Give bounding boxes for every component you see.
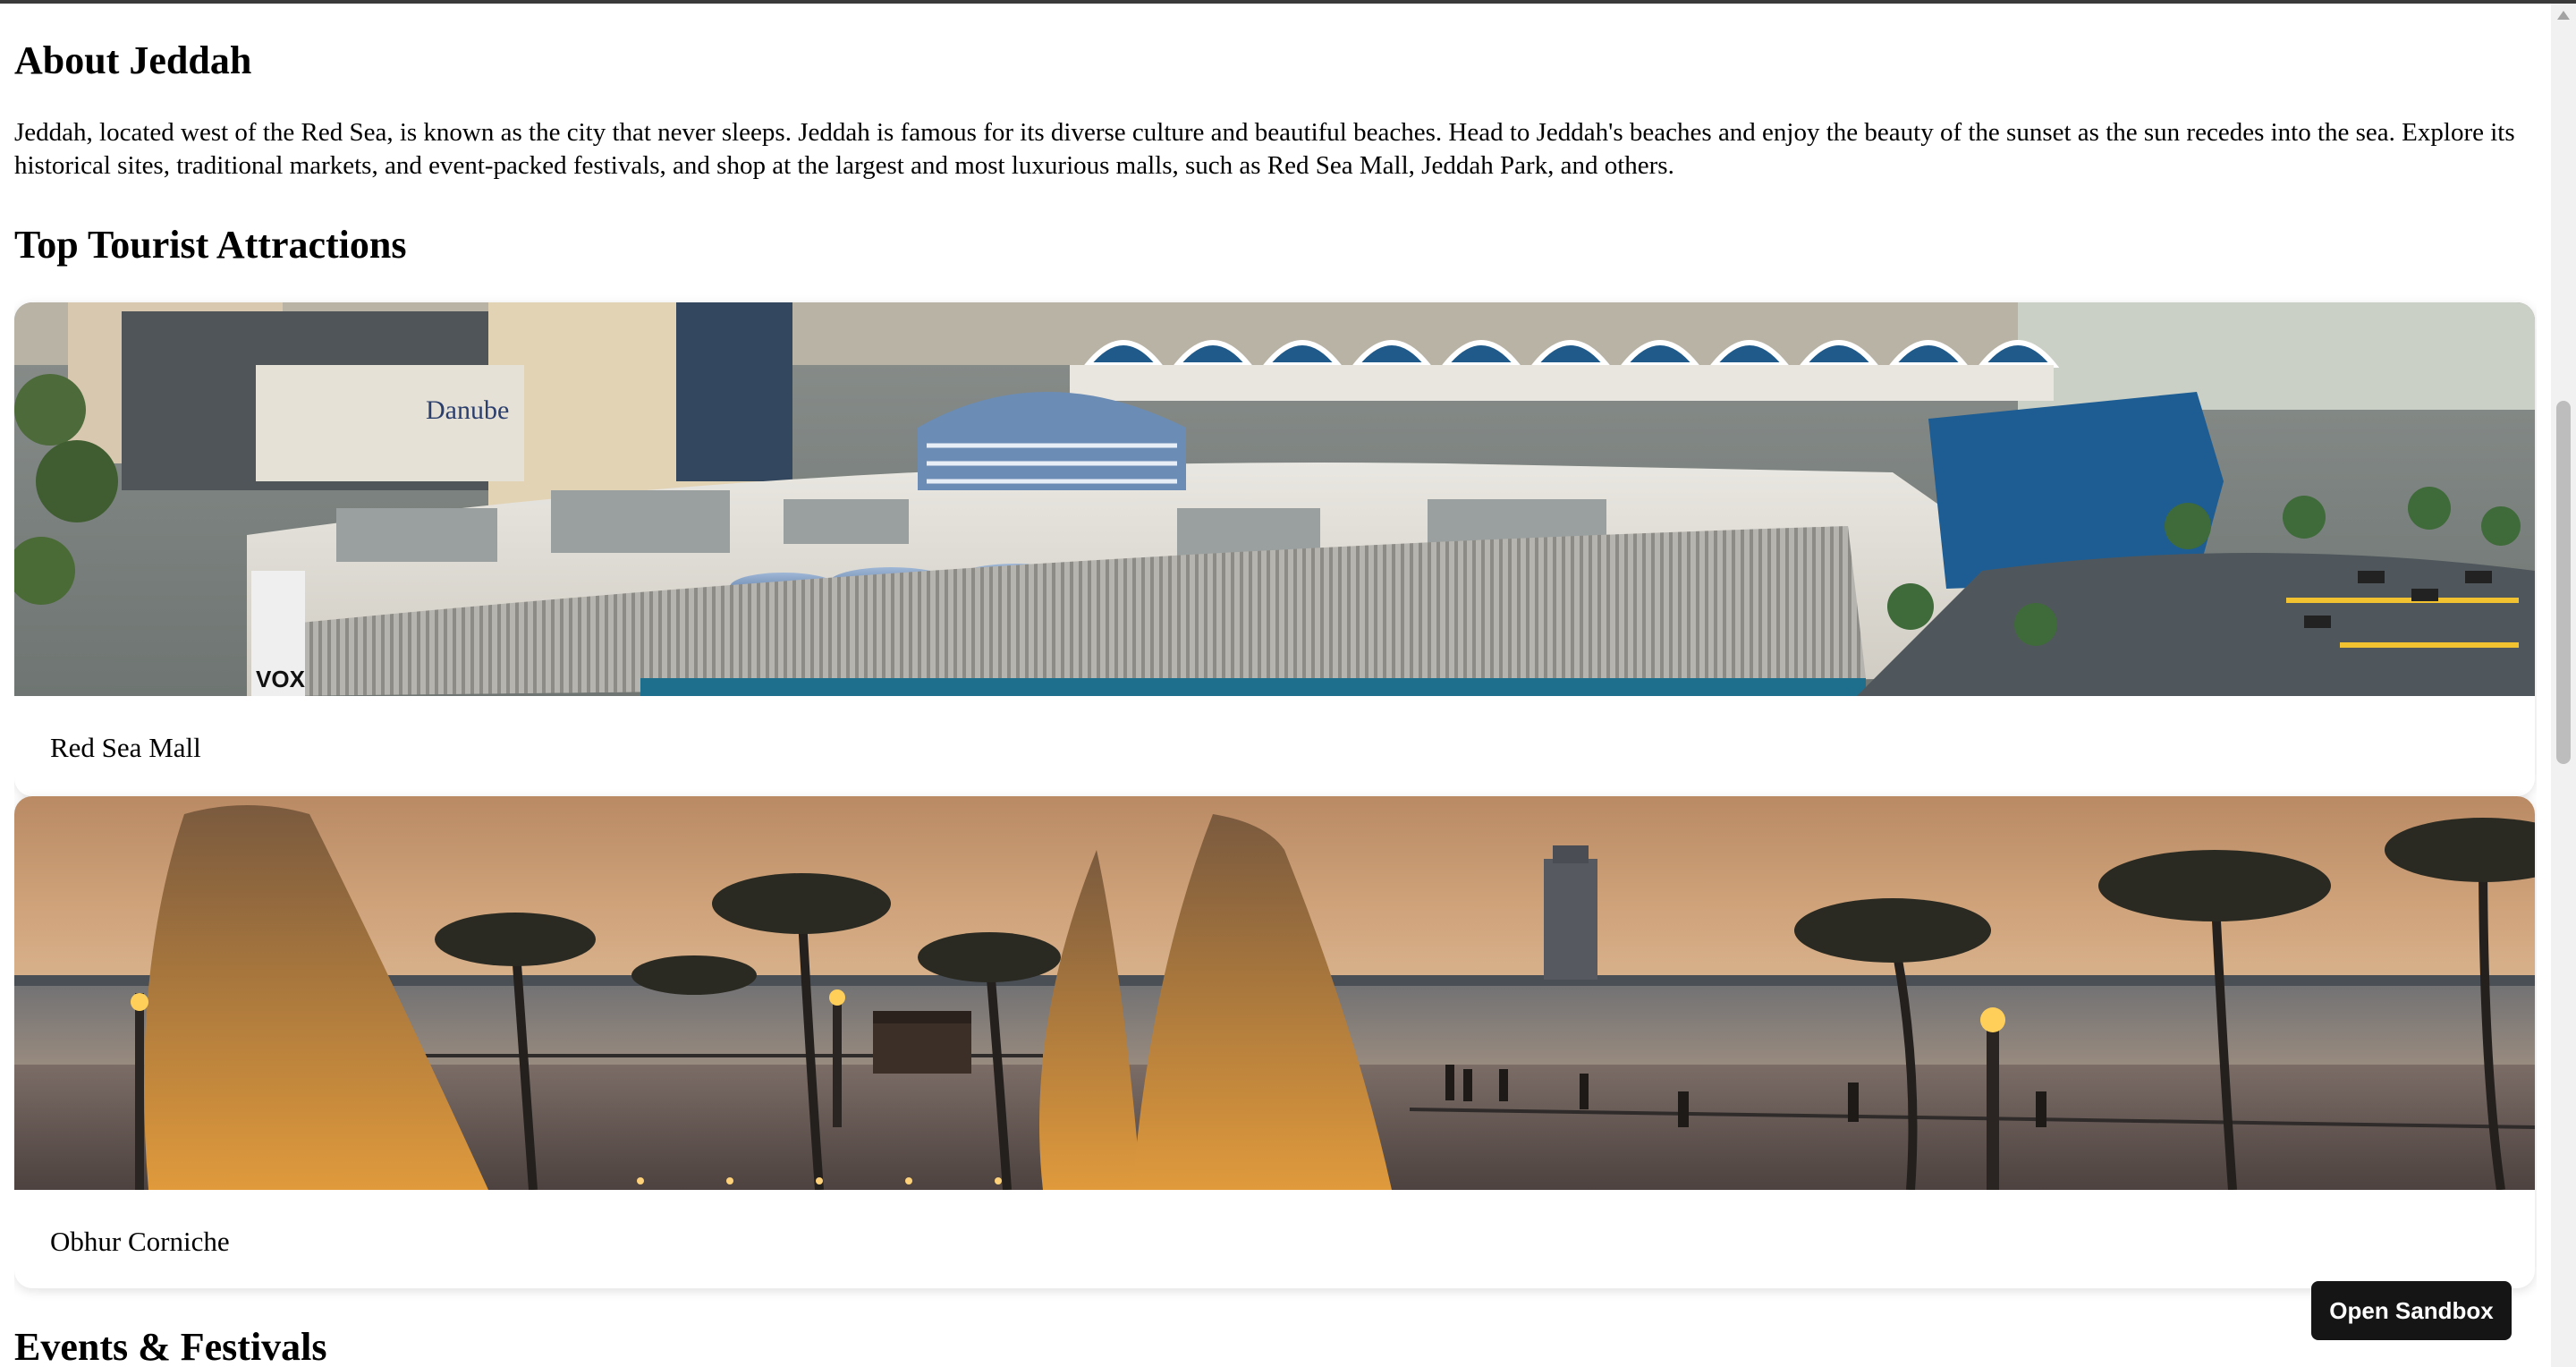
attractions-heading: Top Tourist Attractions (14, 223, 407, 267)
attraction-name: Obhur Corniche (50, 1226, 230, 1257)
about-heading: About Jeddah (14, 38, 252, 82)
scroll-up-arrow-icon[interactable] (2557, 11, 2570, 20)
attraction-name: Red Sea Mall (50, 732, 201, 763)
open-sandbox-button[interactable]: Open Sandbox (2311, 1281, 2512, 1340)
vertical-scrollbar[interactable] (2551, 4, 2576, 1367)
obhur-corniche-photo (14, 796, 2535, 1190)
page-content: About Jeddah Jeddah, located west of the… (14, 4, 2537, 1367)
danube-sign-text: Danube (426, 395, 509, 425)
about-paragraph: Jeddah, located west of the Red Sea, is … (14, 118, 2515, 180)
attraction-card-obhur-corniche[interactable]: Obhur Corniche (14, 796, 2535, 1288)
red-sea-mall-photo: Danube VOX (14, 302, 2535, 696)
scrollbar-thumb[interactable] (2556, 401, 2571, 764)
vox-sign-text: VOX (256, 666, 306, 692)
attraction-card-red-sea-mall[interactable]: Danube VOX Red Sea Mall (14, 302, 2535, 796)
events-heading: Events & Festivals (14, 1325, 327, 1367)
